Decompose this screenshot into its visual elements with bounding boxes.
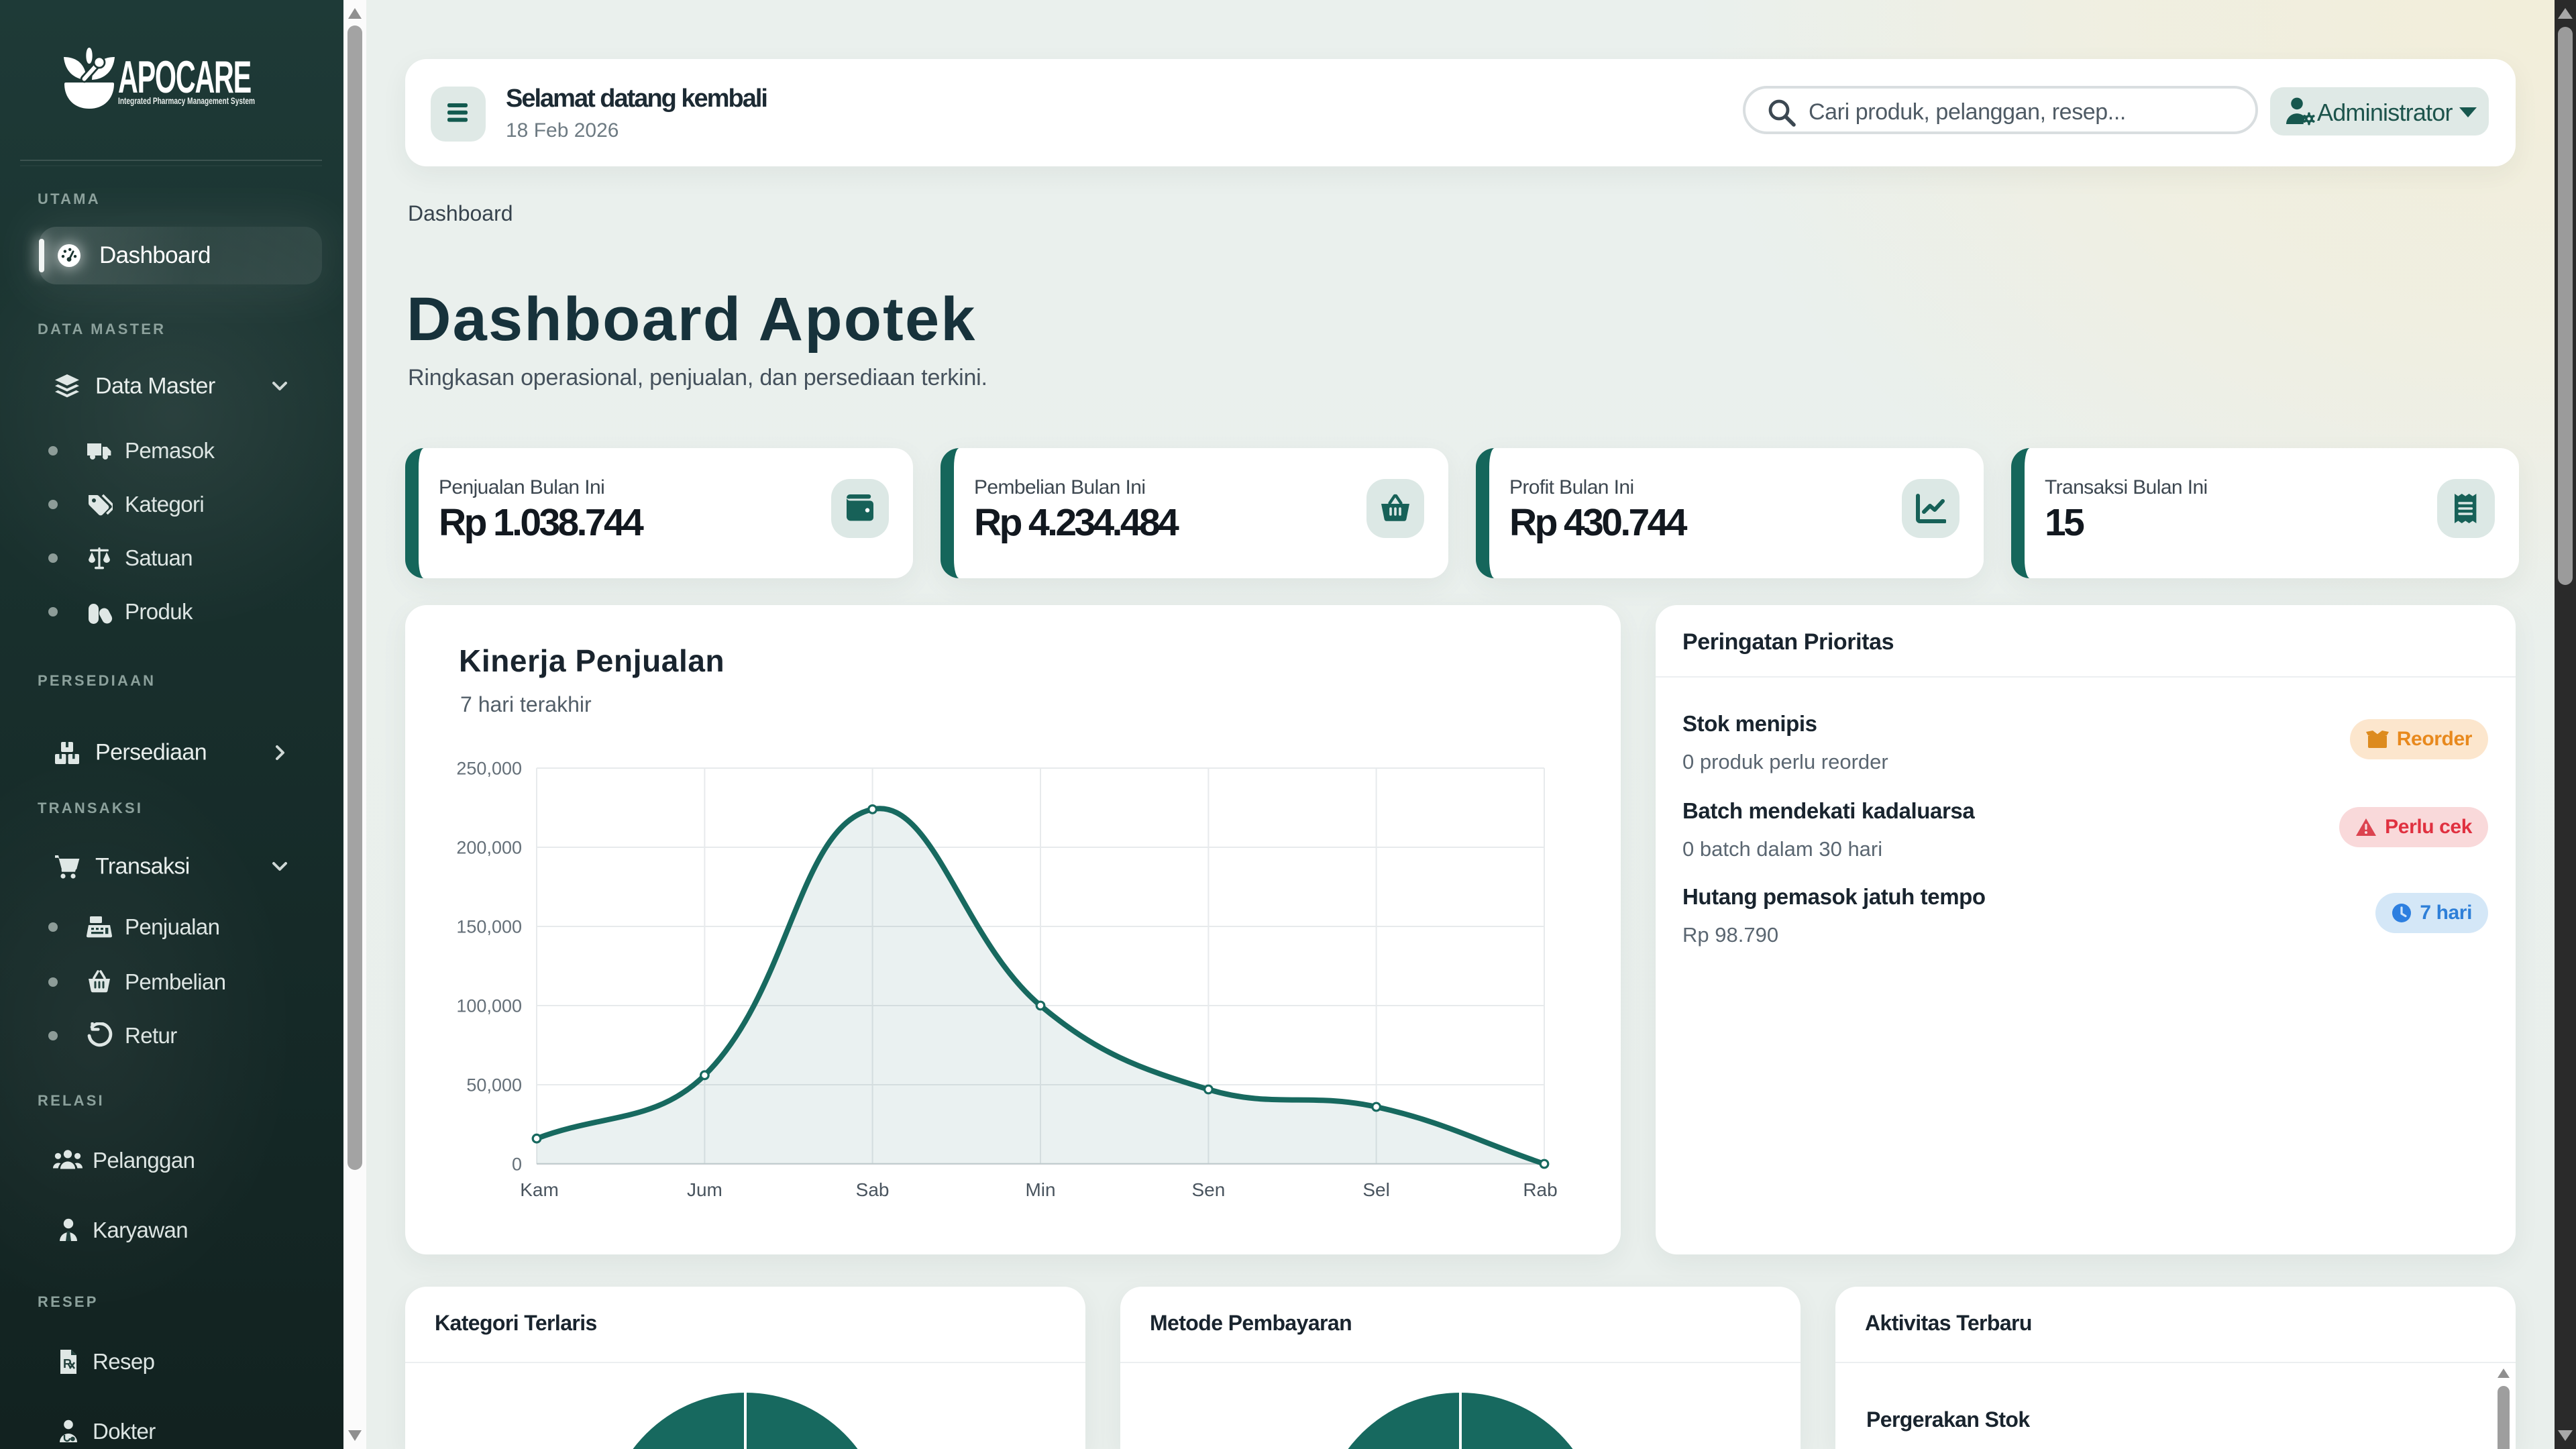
svg-text:0: 0	[512, 1154, 522, 1174]
svg-text:100,000: 100,000	[456, 996, 522, 1016]
svg-text:Kam: Kam	[520, 1179, 559, 1200]
svg-text:150,000: 150,000	[456, 916, 522, 936]
svg-text:Min: Min	[1025, 1179, 1055, 1200]
svg-text:Rab: Rab	[1523, 1179, 1557, 1200]
svg-text:Sab: Sab	[856, 1179, 890, 1200]
svg-text:Sel: Sel	[1362, 1179, 1389, 1200]
svg-text:Jum: Jum	[687, 1179, 722, 1200]
svg-text:Sen: Sen	[1191, 1179, 1225, 1200]
svg-text:250,000: 250,000	[456, 758, 522, 778]
svg-text:Integrated Pharmacy Management: Integrated Pharmacy Management System	[118, 95, 255, 106]
svg-text:50,000: 50,000	[466, 1075, 522, 1095]
svg-text:200,000: 200,000	[456, 837, 522, 857]
